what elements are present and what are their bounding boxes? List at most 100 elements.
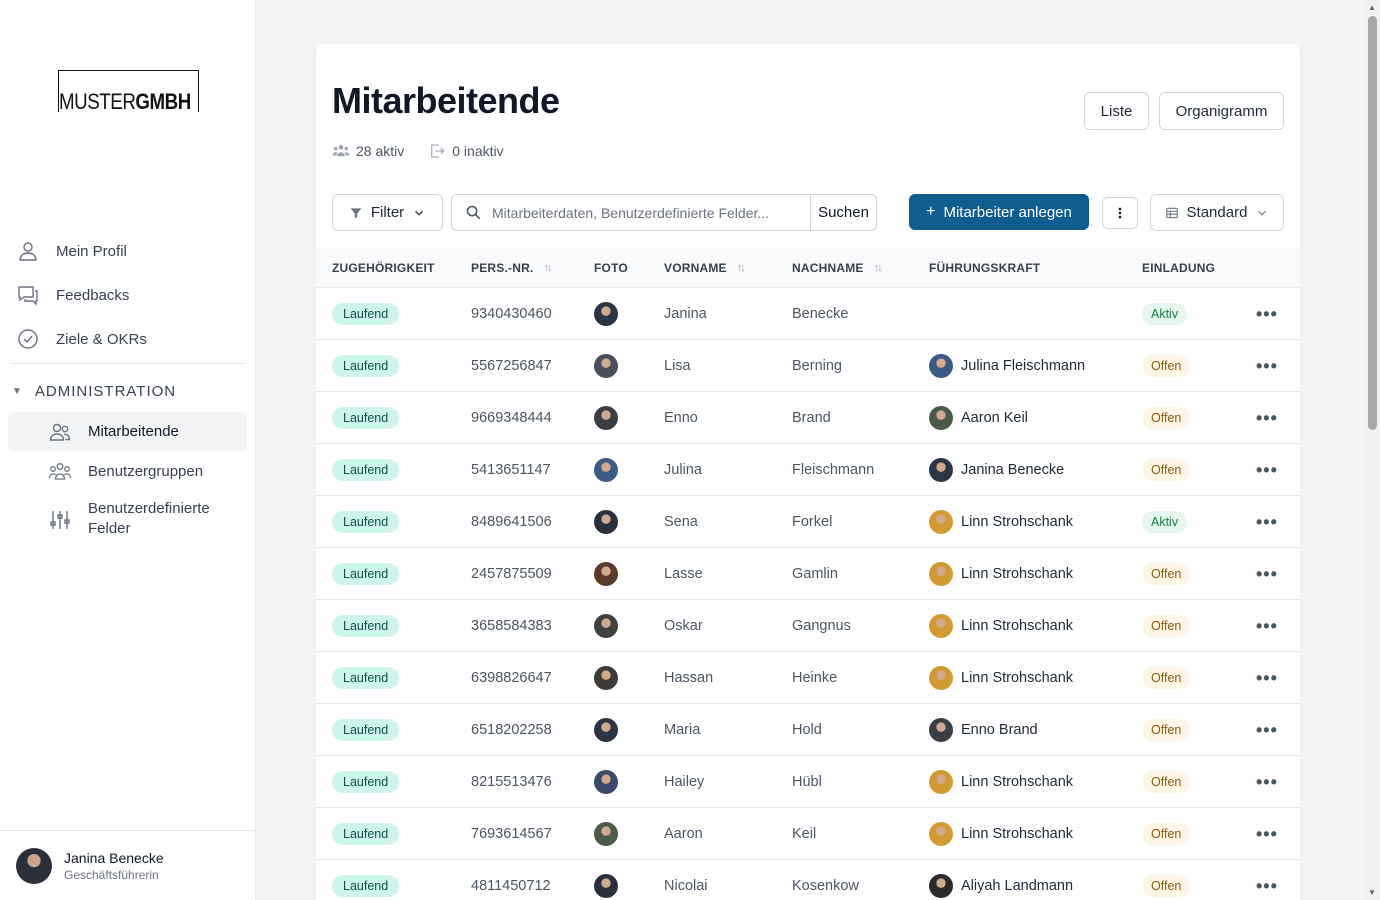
first-name: Lasse [664,566,703,582]
user-icon [19,242,37,261]
view-select[interactable]: Standard [1150,194,1284,231]
table-row[interactable]: Laufend 9340430460 Janina Benecke Aktiv … [316,288,1300,340]
manager-avatar [929,562,953,586]
table-row[interactable]: Laufend 6518202258 Maria Hold Enno Brand… [316,704,1300,756]
invitation-badge: Offen [1142,823,1191,845]
row-menu-icon[interactable]: ••• [1256,512,1278,533]
row-menu-icon[interactable]: ••• [1256,772,1278,793]
page-scrollbar[interactable]: ▲ ▼ [1365,0,1380,900]
search-button[interactable]: Suchen [810,194,877,231]
table-row[interactable]: Laufend 5567256847 Lisa Berning Julina F… [316,340,1300,392]
current-user[interactable]: Janina Benecke Geschäftsführerin [0,830,255,900]
first-name: Hassan [664,670,714,686]
scroll-up-icon[interactable]: ▲ [1368,3,1376,12]
sidebar-item-mitarbeitende[interactable]: Mitarbeitende [8,412,247,451]
add-employee-button[interactable]: + Mitarbeiter anlegen [909,194,1089,230]
employee-avatar [594,406,618,430]
nav-item-ziele-okrs[interactable]: Ziele & OKRs [16,323,147,355]
personnel-number: 5413651147 [471,462,551,478]
scrollbar-thumb[interactable] [1368,16,1377,430]
manager: Julina Fleischmann [929,354,1085,378]
manager-avatar [929,874,953,898]
filter-button[interactable]: Filter [332,194,443,231]
table-row[interactable]: Laufend 8489641506 Sena Forkel Linn Stro… [316,496,1300,548]
employee-avatar [594,666,618,690]
row-menu-icon[interactable]: ••• [1256,356,1278,377]
view-list-button[interactable]: Liste [1084,92,1149,130]
search-input[interactable]: Mitarbeiterdaten, Benutzerdefinierte Fel… [451,194,811,231]
row-menu-icon[interactable]: ••• [1256,616,1278,637]
manager-avatar [929,614,953,638]
users-icon [332,145,350,157]
col-nachname[interactable]: NACHNAME ↑↓ [792,248,883,288]
invitation-badge: Offen [1142,771,1191,793]
first-name: Sena [664,514,698,530]
manager: Aaron Keil [929,406,1028,430]
nav-item-feedbacks[interactable]: Feedbacks [16,279,129,311]
invitation-badge: Offen [1142,459,1191,481]
table-row[interactable]: Laufend 6398826647 Hassan Heinke Linn St… [316,652,1300,704]
personnel-number: 6518202258 [471,722,552,738]
employee-avatar [594,874,618,898]
row-menu-icon[interactable]: ••• [1256,720,1278,741]
status-badge: Laufend [332,615,400,637]
table-row[interactable]: Laufend 8215513476 Hailey Hübl Linn Stro… [316,756,1300,808]
table-row[interactable]: Laufend 9669348444 Enno Brand Aaron Keil… [316,392,1300,444]
admin-section-label: ADMINISTRATION [34,383,177,400]
company-logo[interactable]: MUSTERGMBH [58,70,199,114]
sidebar-item-benutzergruppen[interactable]: Benutzergruppen [8,452,247,491]
manager-avatar [929,718,953,742]
more-actions-button[interactable] [1102,197,1138,229]
last-name: Brand [792,410,831,426]
table-row[interactable]: Laufend 3658584383 Oskar Gangnus Linn St… [316,600,1300,652]
row-menu-icon[interactable]: ••• [1256,304,1278,325]
first-name: Julina [664,462,702,478]
table-row[interactable]: Laufend 4811450712 Nicolai Kosenkow Aliy… [316,860,1300,900]
first-name: Maria [664,722,701,738]
users-icon [49,423,71,441]
row-menu-icon[interactable]: ••• [1256,564,1278,585]
sort-icon[interactable]: ↑↓ [737,262,746,274]
employee-avatar [594,614,618,638]
col-vorname[interactable]: VORNAME ↑↓ [664,248,746,288]
sort-icon[interactable]: ↑↓ [874,262,883,274]
employee-stats: 28 aktiv 0 inaktiv [332,142,504,160]
invitation-badge: Aktiv [1142,303,1188,325]
sidebar-item-benutzerdefinierte-felder[interactable]: Benutzerdefinierte Felder [8,496,247,544]
manager-avatar [929,354,953,378]
admin-section-toggle[interactable]: ▼ ADMINISTRATION [12,383,176,400]
col-pers-nr[interactable]: PERS.-NR. ↑↓ [471,248,552,288]
employee-avatar [594,822,618,846]
table-row[interactable]: Laufend 2457875509 Lasse Gamlin Linn Str… [316,548,1300,600]
status-badge: Laufend [332,563,400,585]
add-employee-label: Mitarbeiter anlegen [943,203,1072,221]
manager-avatar [929,822,953,846]
row-menu-icon[interactable]: ••• [1256,408,1278,429]
chevron-down-icon [1258,210,1267,216]
logout-icon [431,144,445,158]
active-count: 28 aktiv [332,142,404,160]
view-orgchart-button[interactable]: Organigramm [1159,92,1284,130]
invitation-badge: Offen [1142,875,1191,897]
nav-item-mein-profil[interactable]: Mein Profil [16,235,127,267]
row-menu-icon[interactable]: ••• [1256,824,1278,845]
kebab-icon [1118,207,1122,219]
plus-icon: + [926,203,936,220]
status-badge: Laufend [332,511,400,533]
chevron-down-icon [415,210,424,216]
row-menu-icon[interactable]: ••• [1256,876,1278,897]
table-row[interactable]: Laufend 5413651147 Julina Fleischmann Ja… [316,444,1300,496]
table-row[interactable]: Laufend 7693614567 Aaron Keil Linn Stroh… [316,808,1300,860]
scroll-down-icon[interactable]: ▼ [1368,888,1376,897]
nav-label: Mein Profil [56,242,127,260]
sort-icon[interactable]: ↑↓ [543,262,552,274]
status-badge: Laufend [332,303,400,325]
personnel-number: 9669348444 [471,410,552,426]
invitation-badge: Offen [1142,615,1191,637]
personnel-number: 8215513476 [471,774,552,790]
row-menu-icon[interactable]: ••• [1256,668,1278,689]
logo-text-right: GMBH [135,89,191,114]
row-menu-icon[interactable]: ••• [1256,460,1278,481]
invitation-badge: Offen [1142,407,1191,429]
invitation-badge: Offen [1142,355,1191,377]
